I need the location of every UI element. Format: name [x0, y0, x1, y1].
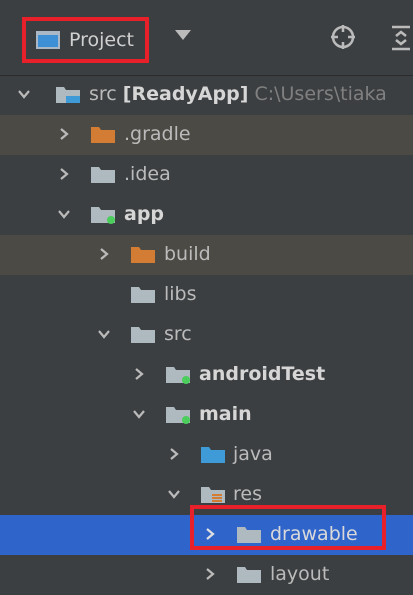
root-module-name: [ReadyApp] [122, 83, 249, 105]
project-view-label: Project [69, 29, 135, 51]
source-folder-icon [201, 447, 225, 463]
tree-row-app[interactable]: app [0, 195, 413, 235]
module-folder-icon [91, 207, 115, 224]
module-folder-icon [56, 87, 80, 103]
tree-item-label: java [233, 443, 273, 465]
tree-row-root[interactable]: src [ReadyApp] C:\Users\tiaka [0, 75, 413, 115]
tree-item-label: androidTest [199, 363, 326, 385]
tree-row-layout[interactable]: layout [0, 555, 413, 595]
folder-icon [131, 287, 155, 303]
tree-item-label: libs [164, 283, 197, 305]
chevron-right-icon[interactable] [203, 567, 217, 581]
tree-item-label: res [233, 483, 262, 505]
chevron-right-icon[interactable] [57, 167, 71, 181]
tree-row-main[interactable]: main [0, 395, 413, 435]
tree-row-androidtest[interactable]: androidTest [0, 355, 413, 395]
folder-icon [91, 167, 115, 183]
chevron-down-icon[interactable] [167, 487, 181, 501]
chevron-down-icon[interactable] [57, 207, 71, 221]
tree-item-label: src [164, 323, 192, 345]
tree-item-label: .gradle [124, 123, 191, 145]
resource-folder-icon [201, 487, 225, 503]
tree-item-label: app [124, 203, 165, 225]
tree-item-label: main [199, 403, 252, 425]
chevron-down-icon[interactable] [17, 87, 31, 101]
root-path: C:\Users\tiaka [254, 83, 387, 105]
drawable-highlight-box [190, 505, 386, 550]
collapse-all-icon[interactable] [390, 24, 412, 52]
target-icon[interactable] [330, 24, 356, 50]
tree-row-src[interactable]: src [0, 315, 413, 355]
module-folder-icon [166, 367, 190, 384]
tree-row-idea[interactable]: .idea [0, 155, 413, 195]
excluded-folder-icon [91, 127, 115, 143]
chevron-down-icon[interactable] [175, 30, 191, 40]
tree-item-label: src [ReadyApp] C:\Users\tiaka [89, 83, 387, 105]
chevron-right-icon[interactable] [167, 447, 181, 461]
chevron-down-icon[interactable] [132, 407, 146, 421]
folder-icon [237, 567, 261, 583]
chevron-right-icon[interactable] [57, 127, 71, 141]
tree-row-gradle[interactable]: .gradle [0, 115, 413, 155]
tree-row-build[interactable]: build [0, 235, 413, 275]
tree-item-label: .idea [124, 163, 171, 185]
folder-icon [131, 327, 155, 343]
module-folder-icon [166, 407, 190, 424]
tree-item-label: build [164, 243, 211, 265]
tree-row-java[interactable]: java [0, 435, 413, 475]
project-window-icon [36, 31, 60, 49]
chevron-right-icon[interactable] [97, 247, 111, 261]
chevron-down-icon[interactable] [97, 327, 111, 341]
tree-row-libs[interactable]: libs [0, 275, 413, 315]
chevron-right-icon[interactable] [132, 367, 146, 381]
excluded-folder-icon [131, 247, 155, 263]
project-toolbar: Project [0, 0, 413, 76]
root-folder-name: src [89, 83, 117, 105]
project-view-button[interactable]: Project [22, 17, 149, 63]
